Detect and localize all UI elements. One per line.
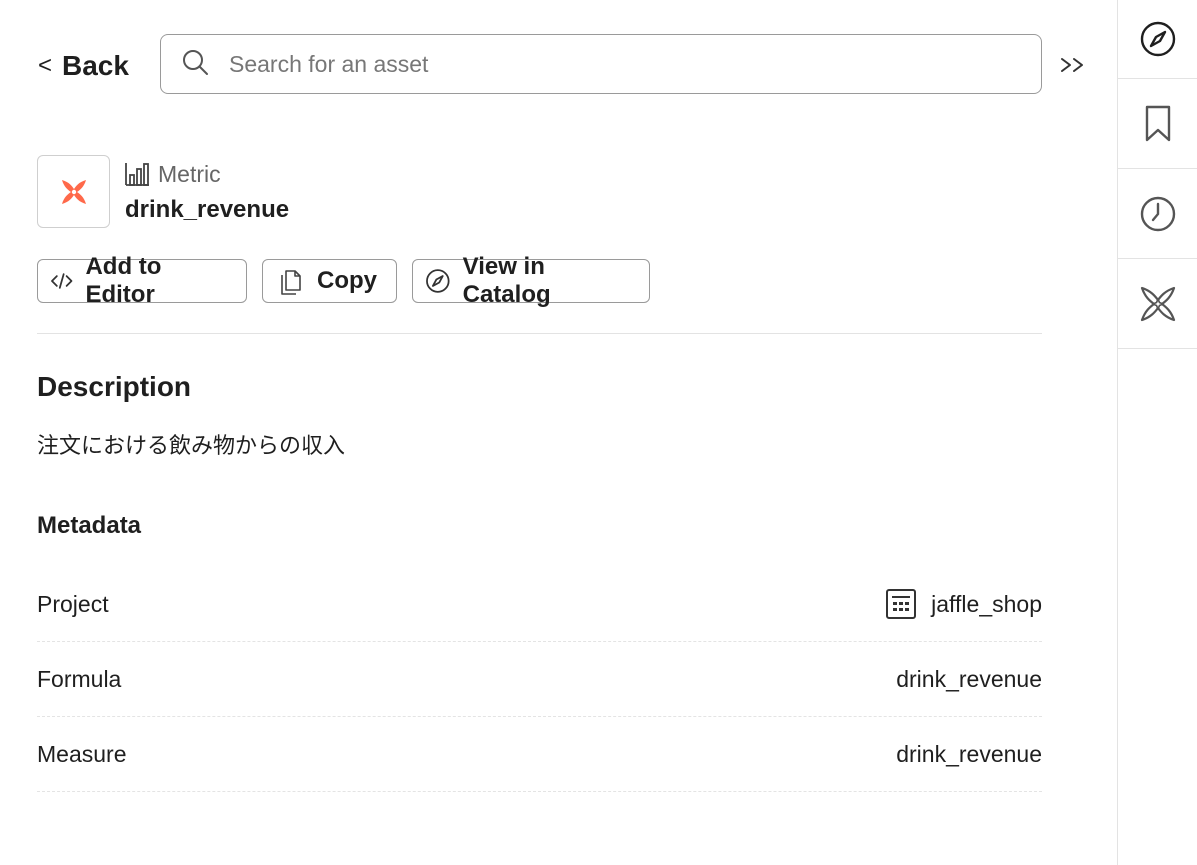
metadata-row-project: Project jaffle_shop bbox=[37, 567, 1042, 642]
metadata-value: drink_revenue bbox=[896, 740, 1042, 767]
back-button[interactable]: < Back bbox=[38, 46, 129, 86]
sidebar-item-history[interactable] bbox=[1118, 169, 1197, 259]
right-sidebar bbox=[1117, 0, 1197, 865]
bookmark-icon bbox=[1145, 105, 1171, 141]
action-buttons: Add to Editor Copy View in Catalog bbox=[37, 253, 650, 308]
copy-label: Copy bbox=[317, 267, 377, 294]
metadata-label: Project bbox=[37, 590, 109, 617]
chevron-left-icon: < bbox=[38, 52, 53, 79]
main-panel: < Back Metric drin bbox=[0, 0, 1117, 865]
project-link[interactable]: jaffle_shop bbox=[931, 591, 1042, 618]
view-in-catalog-label: View in Catalog bbox=[462, 253, 551, 308]
add-to-editor-button[interactable]: Add to Editor bbox=[37, 253, 247, 308]
description-text: 注文における飲み物からの収入 bbox=[37, 434, 346, 459]
search-input[interactable] bbox=[229, 50, 1041, 78]
compass-icon bbox=[1140, 21, 1176, 57]
sidebar-item-explore[interactable] bbox=[1118, 0, 1197, 79]
dbt-logo-icon bbox=[61, 179, 86, 204]
metadata-label: Measure bbox=[37, 740, 127, 767]
search-icon bbox=[181, 48, 209, 81]
view-in-catalog-button[interactable]: View in Catalog bbox=[412, 253, 650, 308]
clock-icon bbox=[1140, 196, 1176, 231]
asset-logo-tile bbox=[37, 155, 110, 228]
metadata-value: drink_revenue bbox=[896, 665, 1042, 692]
section-divider bbox=[37, 333, 1042, 334]
dbt-logo-icon bbox=[1140, 286, 1176, 321]
collapse-panel-button[interactable] bbox=[1058, 50, 1088, 80]
metadata-row-measure: Measure drink_revenue bbox=[37, 717, 1042, 792]
metadata-value: jaffle_shop bbox=[885, 588, 1042, 620]
asset-name: drink_revenue bbox=[125, 196, 290, 223]
metadata-heading: Metadata bbox=[37, 512, 142, 539]
sidebar-item-bookmarks[interactable] bbox=[1118, 79, 1197, 169]
bar-chart-icon bbox=[125, 163, 149, 186]
compass-icon bbox=[426, 269, 450, 293]
metadata-label: Formula bbox=[37, 665, 122, 692]
asset-type: Metric bbox=[124, 158, 221, 190]
double-chevron-right-icon bbox=[1061, 58, 1083, 72]
copy-icon bbox=[281, 270, 301, 295]
asset-type-label: Metric bbox=[158, 160, 221, 187]
back-label: Back bbox=[62, 50, 129, 81]
copy-button[interactable]: Copy bbox=[262, 259, 397, 303]
metadata-table: Project jaffle_shop Formula drink_revenu… bbox=[37, 567, 1042, 792]
code-icon bbox=[51, 273, 73, 289]
project-table-icon bbox=[886, 589, 917, 619]
metadata-row-formula: Formula drink_revenue bbox=[37, 642, 1042, 717]
search-bar[interactable] bbox=[160, 34, 1042, 94]
add-to-editor-label: Add to Editor bbox=[85, 253, 162, 308]
description-heading: Description bbox=[37, 371, 192, 402]
sidebar-item-dbt[interactable] bbox=[1118, 259, 1197, 349]
